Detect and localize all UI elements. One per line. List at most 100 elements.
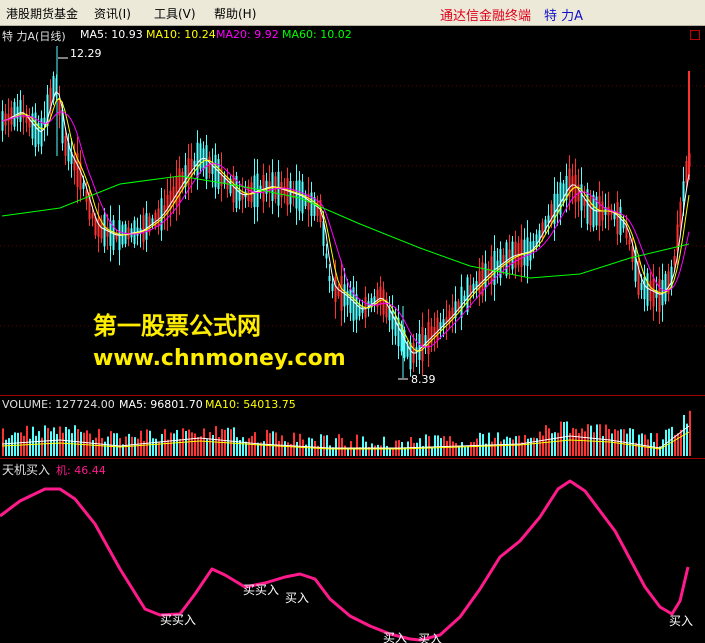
candle-body xyxy=(217,159,220,189)
volume-bar xyxy=(596,424,598,456)
candle-body xyxy=(232,175,235,203)
watermark-title: 第一股票公式网 xyxy=(93,312,261,340)
volume-bar xyxy=(560,421,562,456)
candle-body xyxy=(7,113,10,122)
candle-body xyxy=(97,218,100,237)
menu-hk-futures-funds[interactable]: 港股期货基金 xyxy=(6,5,78,22)
candle-body xyxy=(514,241,517,268)
candle-body xyxy=(196,142,199,178)
candle-body xyxy=(205,145,208,179)
volume-bar xyxy=(17,432,19,456)
volume-bar xyxy=(152,438,154,456)
candle-body xyxy=(256,173,259,208)
menu-help[interactable]: 帮助(H) xyxy=(214,5,256,22)
volume-bar xyxy=(272,431,274,456)
candle-body xyxy=(484,263,487,289)
candle-body xyxy=(283,186,286,196)
volume-bar xyxy=(491,441,493,456)
volume-bar xyxy=(452,441,454,456)
candle-body xyxy=(643,276,646,300)
volume-bar xyxy=(650,432,652,456)
volume-bar xyxy=(503,439,505,456)
volume-bar xyxy=(341,437,343,456)
candle-body xyxy=(301,181,304,214)
price-chart-panel[interactable]: 特 力A(日线) MA5: 10.93 MA10: 10.24 MA20: 9.… xyxy=(0,26,705,395)
volume-bar xyxy=(479,432,481,456)
candle-body xyxy=(334,276,337,302)
candle-body xyxy=(646,273,649,306)
volume-bar xyxy=(227,427,229,456)
buy-signal-label: 买入 xyxy=(383,631,408,643)
menu-bar: 港股期货基金 资讯(I) 工具(V) 帮助(H) 通达信金融终端 特 力A xyxy=(0,0,705,26)
volume-bar xyxy=(470,442,472,456)
volume-bar xyxy=(56,434,58,456)
candle-body xyxy=(586,189,589,224)
candle-body xyxy=(112,220,115,250)
volume-bar xyxy=(557,432,559,456)
candle-body xyxy=(682,181,685,202)
candle-body xyxy=(658,279,661,312)
volume-bar xyxy=(287,442,289,456)
candle-body xyxy=(64,136,67,156)
volume-bar xyxy=(539,431,541,456)
volume-bar xyxy=(377,444,379,456)
candle-body xyxy=(640,282,643,291)
buy-signal-label: 买入 xyxy=(418,632,443,643)
volume-bar xyxy=(101,437,103,456)
candle-body xyxy=(421,327,424,361)
low-price-label: 8.39 xyxy=(411,373,436,386)
menu-tools[interactable]: 工具(V) xyxy=(154,5,196,22)
volume-panel[interactable]: VOLUME: 127724.00 MA5: 96801.70 MA10: 54… xyxy=(0,396,705,458)
candle-body xyxy=(238,189,241,201)
menu-info[interactable]: 资讯(I) xyxy=(94,5,131,22)
volume-bar xyxy=(62,432,64,456)
candle-body xyxy=(313,197,316,216)
volume-bar xyxy=(584,431,586,456)
indicator-panel[interactable]: 天机买入 机: 46.44 买买入 买买入 买入 买入 买入 买入 xyxy=(0,459,705,643)
volume-bar xyxy=(668,428,670,456)
volume-bar xyxy=(275,432,277,456)
volume-bar xyxy=(77,429,79,456)
volume-bar xyxy=(632,429,634,456)
volume-bar xyxy=(98,428,100,456)
candle-body xyxy=(451,307,454,320)
candle-body xyxy=(250,182,253,203)
volume-bar xyxy=(236,437,238,456)
volume-bar xyxy=(629,428,631,456)
volume-bar xyxy=(284,441,286,456)
volume-bar xyxy=(329,445,331,456)
volume-bar xyxy=(194,433,196,456)
volume-bar xyxy=(572,427,574,456)
volume-bar xyxy=(35,435,37,456)
high-price-label: 12.29 xyxy=(70,47,102,60)
candle-body xyxy=(664,273,667,302)
volume-bar xyxy=(653,441,655,456)
indicator-line xyxy=(0,479,690,642)
volume-bar xyxy=(74,425,76,456)
candle-body xyxy=(673,256,676,266)
candle-body xyxy=(505,242,508,276)
volume-bar xyxy=(8,438,10,456)
candle-body xyxy=(616,201,619,235)
candle-body xyxy=(679,201,682,228)
volume-bar xyxy=(542,435,544,456)
volume-bar xyxy=(104,441,106,456)
candle-body xyxy=(34,112,37,148)
candle-body xyxy=(592,194,595,228)
candle-body xyxy=(160,198,163,231)
volume-bar xyxy=(20,432,22,456)
candle-body xyxy=(427,321,430,355)
volume-bar xyxy=(434,435,436,456)
volume-bar xyxy=(212,435,214,456)
volume-bar xyxy=(167,439,169,456)
volume-bar xyxy=(446,440,448,456)
candle-body xyxy=(265,180,268,194)
volume-bar xyxy=(59,426,61,456)
buy-signal-label: 买入 xyxy=(285,591,310,605)
volume-bar xyxy=(293,432,295,456)
volume-bar xyxy=(656,433,658,456)
volume-bar xyxy=(476,438,478,456)
candle-body xyxy=(10,107,13,125)
volume-bar xyxy=(581,428,583,456)
candle-body xyxy=(550,204,553,225)
